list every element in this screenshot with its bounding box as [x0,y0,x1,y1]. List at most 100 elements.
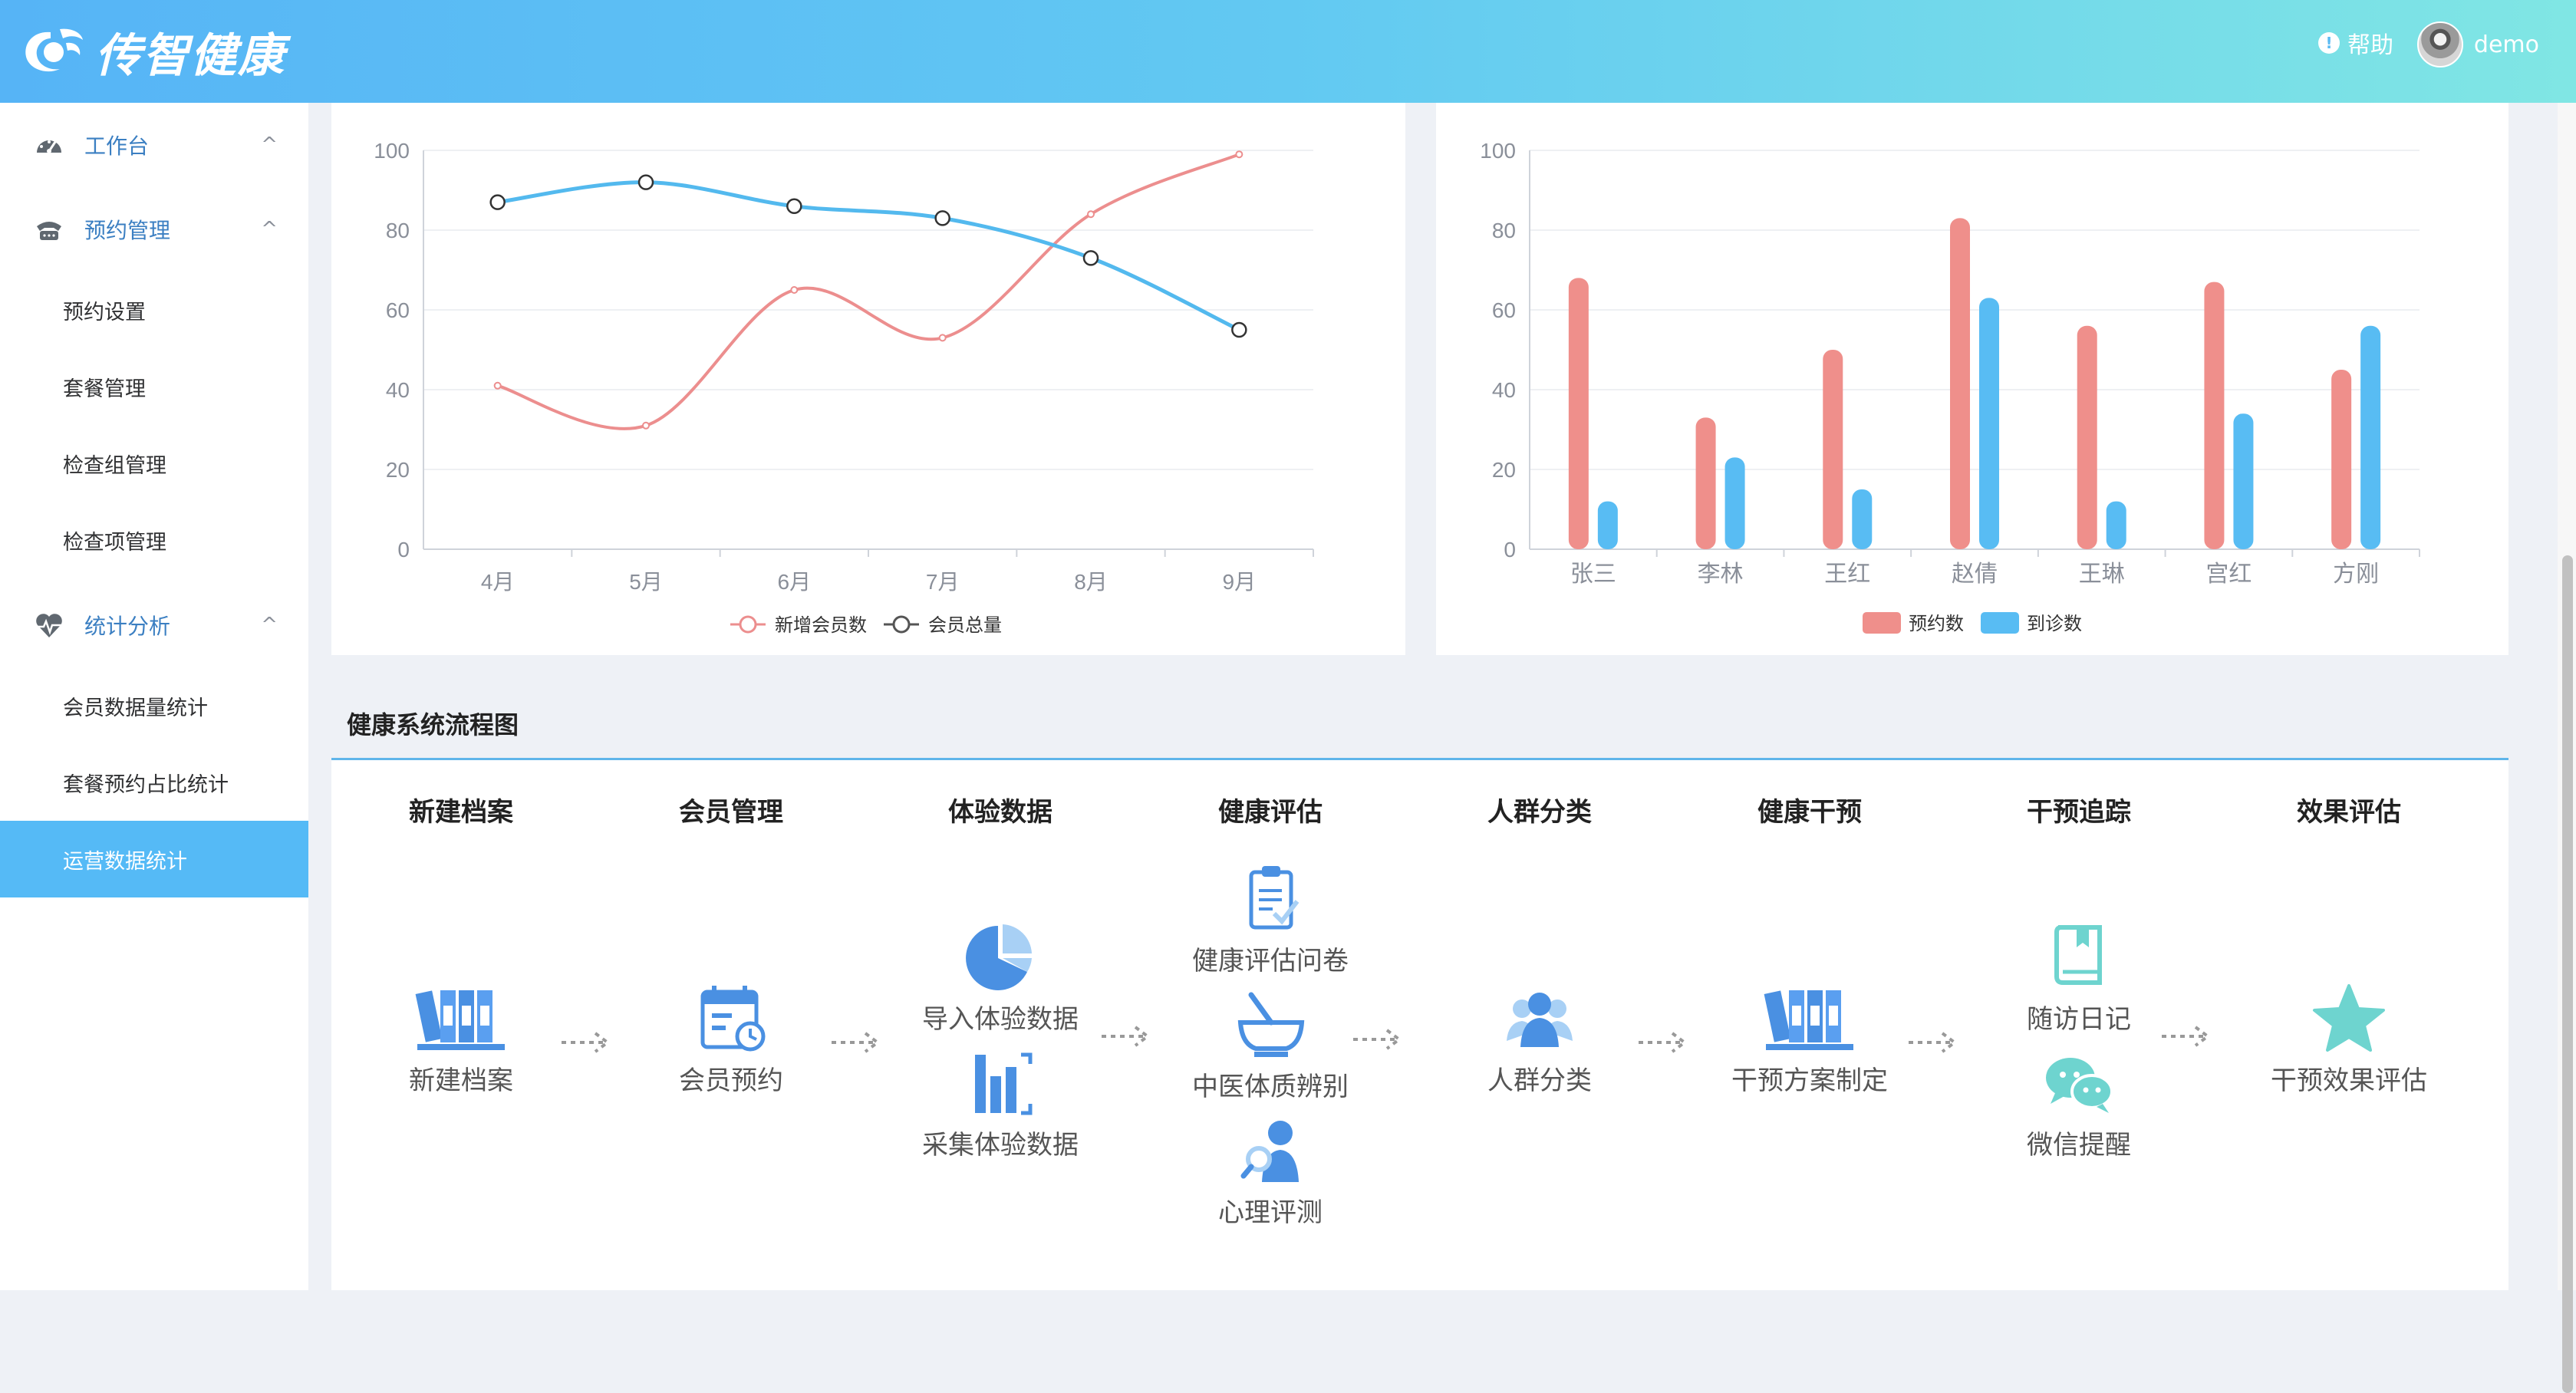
avatar [2416,21,2463,68]
sidebar-item-label: 套餐预约占比统计 [63,772,229,797]
data-point [786,198,802,215]
logo-icon [25,28,83,72]
series-line [497,153,1240,430]
flow-title: 健康系统流程图 [347,710,519,739]
people-group-icon [1507,993,1573,1047]
legend-label: 会员总量 [928,615,1002,636]
y-tick-label: 20 [1492,458,1516,482]
sidebar-item-package-management[interactable]: 套餐管理 [0,348,308,425]
flow-stage-title: 新建档案 [409,797,513,828]
sidebar-item-label: 预约设置 [63,300,146,324]
sidebar-item-label: 检查组管理 [63,453,166,478]
flow-node-label: 采集体验数据 [922,1130,1079,1161]
logo[interactable]: 传智健康 [20,17,285,86]
bar [1724,457,1745,549]
flow-arrow-icon [1909,1032,1958,1053]
flow-node-member-appointment[interactable]: 会员预约 [616,983,846,1097]
flow-node-label: 人群分类 [1487,1065,1592,1096]
flow-node-label: 健康评估问卷 [1192,946,1349,976]
flow-stage-title: 干预追踪 [2027,797,2131,828]
flow-arrow-icon [1639,1032,1688,1053]
flow-node-new-archive[interactable]: 新建档案 [346,983,576,1097]
x-tick-label: 王琳 [2079,561,2125,587]
legend-label: 新增会员数 [775,615,867,636]
user-menu[interactable]: demo [2416,21,2539,68]
sidebar-item-checkitem-management[interactable]: 检查项管理 [0,502,308,578]
flow-stage-title: 会员管理 [679,797,783,828]
flow-arrow-icon [832,1032,881,1053]
flow-arrow-icon [1353,1029,1402,1050]
phone-icon [37,222,61,240]
bar [1852,489,1873,549]
sidebar: 工作台 ^ 预约管理 ^ 预约设置 套餐管理 检查组管理 检查项管理 统计分析 … [0,103,308,1290]
x-tick-label: 方刚 [2333,561,2379,587]
flow-node-label: 导入体验数据 [922,1004,1079,1035]
flow-node-intervention-plan[interactable]: 干预方案制定 [1695,983,1925,1097]
flow-node-import-data[interactable]: 导入体验数据 [885,921,1115,1036]
flow-node-followup-diary[interactable]: 随访日记 [1964,921,2194,1036]
x-tick-label: 李林 [1698,561,1744,587]
flow-node-label: 新建档案 [409,1065,513,1096]
flow-stage-title: 健康干预 [1757,797,1862,828]
menu-workbench[interactable]: 工作台 ^ [0,103,308,187]
x-tick-label: 6月 [778,570,812,594]
bar [1695,417,1716,549]
menu-statistics[interactable]: 统计分析 ^ [0,583,308,667]
dashboard-icon [37,140,61,153]
sidebar-item-label: 会员数据量统计 [63,696,208,720]
flow-stage-title: 健康评估 [1218,797,1323,828]
flow-node-label: 微信提醒 [2027,1130,2131,1161]
bar [2077,325,2097,549]
x-tick-label: 王红 [1824,561,1870,587]
chevron-up-icon: ^ [261,133,278,156]
flow-node-effect-evaluation[interactable]: 干预效果评估 [2234,983,2464,1097]
clipboard-icon [1249,866,1300,930]
flow-node-health-questionnaire[interactable]: 健康评估问卷 [1155,863,1385,977]
appointment-bar-chart-card: 0 20 40 60 80 100 张三 李林 王红 赵倩 王琳 宫红 方刚 预约数 到诊数 [1436,103,2508,655]
x-tick-label: 宫红 [2205,561,2252,587]
x-tick-label: 9月 [1223,570,1257,594]
y-tick-label: 60 [1492,298,1516,322]
y-tick-label: 0 [1504,538,1516,561]
y-tick-label: 40 [1492,378,1516,402]
flow-node-wechat-reminder[interactable]: 微信提醒 [1964,1047,2194,1161]
flow-node-population-classification[interactable]: 人群分类 [1425,983,1655,1097]
flow-node-psych-test[interactable]: 心理评测 [1155,1115,1385,1229]
y-tick-label: 20 [386,458,410,482]
bar [2204,282,2225,549]
x-tick-label: 7月 [926,570,960,594]
wechat-icon [2046,1058,2113,1113]
heartbeat-icon [36,614,62,637]
appointment-bar-chart: 0 20 40 60 80 100 张三 李林 王红 赵倩 王琳 宫红 方刚预约数 到诊数 [1480,139,2420,634]
bar [1823,350,1843,549]
help-link[interactable]: ! 帮助 [2318,26,2393,60]
flow-node-label: 会员预约 [679,1065,783,1096]
y-tick-label: 100 [374,139,410,163]
health-flow-diagram: 新建档案 会员管理 体验数据 健康评估 人群分类 健康干预 干预追踪 效果评估 … [331,760,2508,1290]
flow-node-tcm-constitution[interactable]: 中医体质辨别 [1155,989,1385,1103]
menu-appointment[interactable]: 预约管理 ^ [0,187,308,272]
pie-chart-icon [966,924,1032,990]
data-point [1082,250,1099,266]
sidebar-item-label: 套餐管理 [63,377,146,401]
scrollbar-thumb[interactable] [2562,555,2573,1393]
flow-stage-title: 效果评估 [2297,797,2401,828]
y-tick-label: 80 [386,219,410,242]
data-point [642,421,650,430]
sidebar-item-member-stats[interactable]: 会员数据量统计 [0,667,308,744]
sidebar-item-appointment-settings[interactable]: 预约设置 [0,272,308,348]
x-tick-label: 张三 [1570,561,1616,587]
sidebar-item-checkgroup-management[interactable]: 检查组管理 [0,425,308,502]
flow-node-collect-data[interactable]: 采集体验数据 [885,1047,1115,1161]
x-tick-label: 赵倩 [1952,561,1998,587]
sidebar-item-operation-stats[interactable]: 运营数据统计 [0,821,308,897]
page-scrollbar[interactable] [2558,103,2576,1393]
chevron-up-icon: ^ [261,614,278,637]
x-tick-label: 8月 [1074,570,1108,594]
sidebar-item-package-ratio[interactable]: 套餐预约占比统计 [0,744,308,821]
flow-arrow-icon [1102,1026,1151,1047]
data-point [938,334,947,342]
flow-node-label: 心理评测 [1218,1197,1323,1228]
help-info-icon: ! [2318,32,2340,54]
flow-stage-title: 体验数据 [948,797,1052,828]
